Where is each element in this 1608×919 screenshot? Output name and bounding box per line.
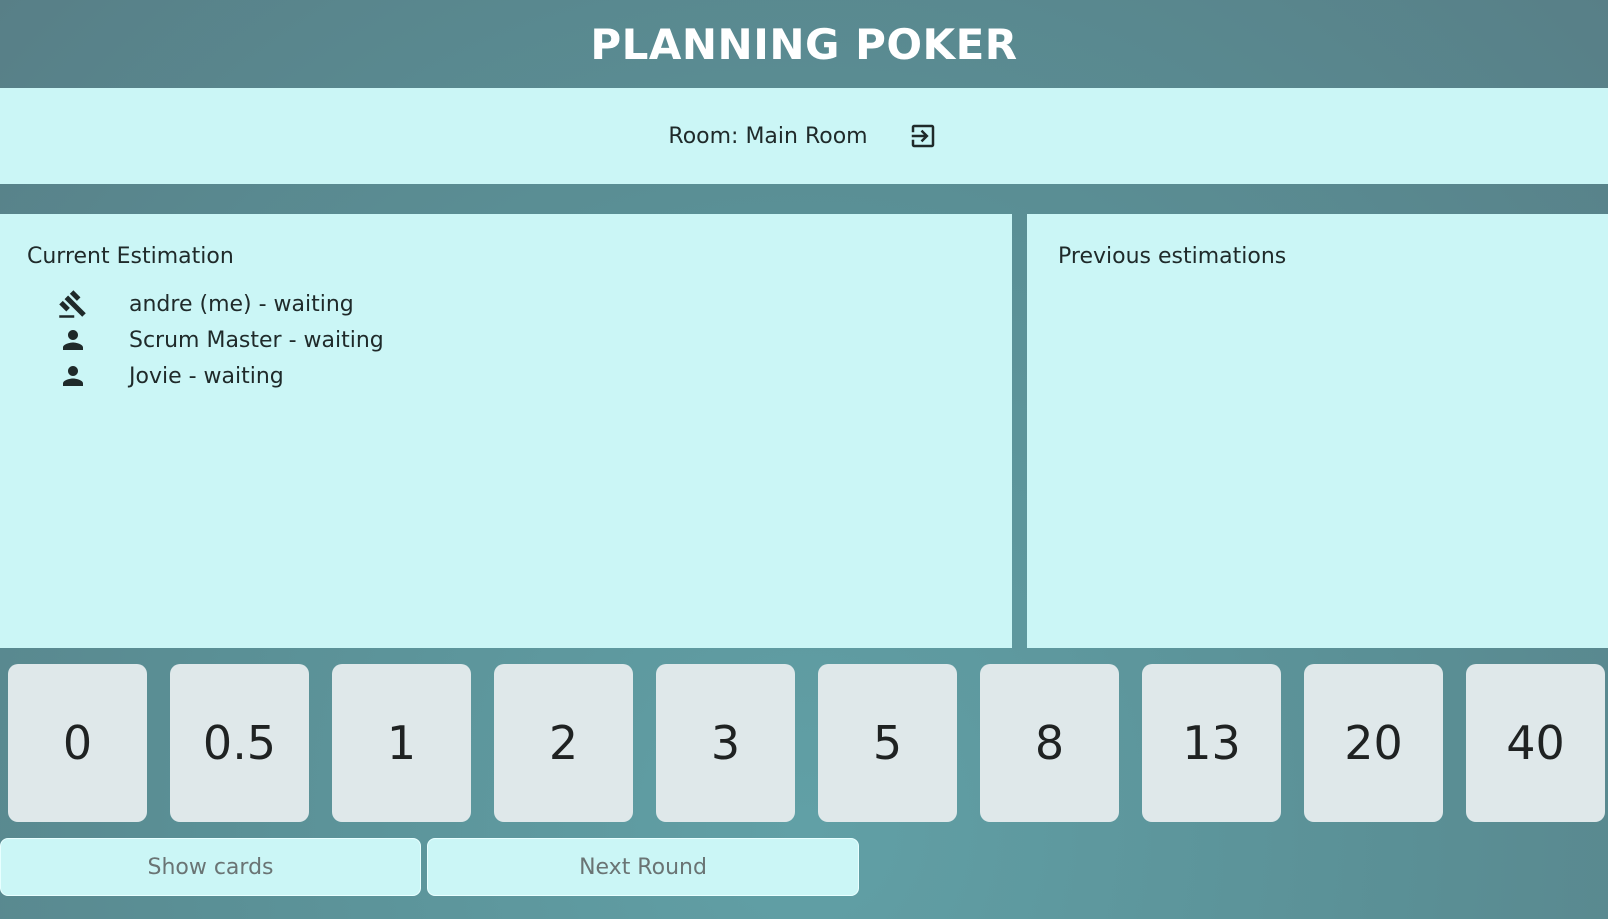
person-icon <box>58 360 88 392</box>
card-5[interactable]: 5 <box>818 664 957 822</box>
card-13[interactable]: 13 <box>1142 664 1281 822</box>
room-label: Room: Main Room <box>668 123 868 149</box>
app-header: PLANNING POKER <box>0 0 1608 88</box>
gavel-icon <box>58 288 88 320</box>
participant-label: andre (me) - waiting <box>129 291 354 317</box>
card-20[interactable]: 20 <box>1304 664 1443 822</box>
next-round-button[interactable]: Next Round <box>427 838 859 896</box>
card-40[interactable]: 40 <box>1466 664 1605 822</box>
participant-label: Jovie - waiting <box>129 363 284 389</box>
person-icon <box>58 324 88 356</box>
participant-item: Jovie - waiting <box>0 358 384 394</box>
exit-to-app-icon <box>911 124 934 148</box>
card-0-5[interactable]: 0.5 <box>170 664 309 822</box>
previous-estimations-panel: Previous estimations <box>1027 214 1608 648</box>
leave-room-button[interactable] <box>906 119 940 153</box>
card-1[interactable]: 1 <box>332 664 471 822</box>
show-cards-button[interactable]: Show cards <box>0 838 421 896</box>
participant-item: andre (me) - waiting <box>0 286 384 322</box>
room-bar: Room: Main Room <box>0 88 1608 184</box>
current-estimation-title: Current Estimation <box>27 244 234 269</box>
card-2[interactable]: 2 <box>494 664 633 822</box>
card-3[interactable]: 3 <box>656 664 795 822</box>
current-estimation-panel: Current Estimation andre (me) - waiting … <box>0 214 1012 648</box>
card-8[interactable]: 8 <box>980 664 1119 822</box>
participant-label: Scrum Master - waiting <box>129 327 384 353</box>
previous-estimations-title: Previous estimations <box>1058 244 1287 269</box>
card-0[interactable]: 0 <box>8 664 147 822</box>
participant-list: andre (me) - waiting Scrum Master - wait… <box>0 286 384 394</box>
app-title: PLANNING POKER <box>590 19 1018 69</box>
participant-item: Scrum Master - waiting <box>0 322 384 358</box>
